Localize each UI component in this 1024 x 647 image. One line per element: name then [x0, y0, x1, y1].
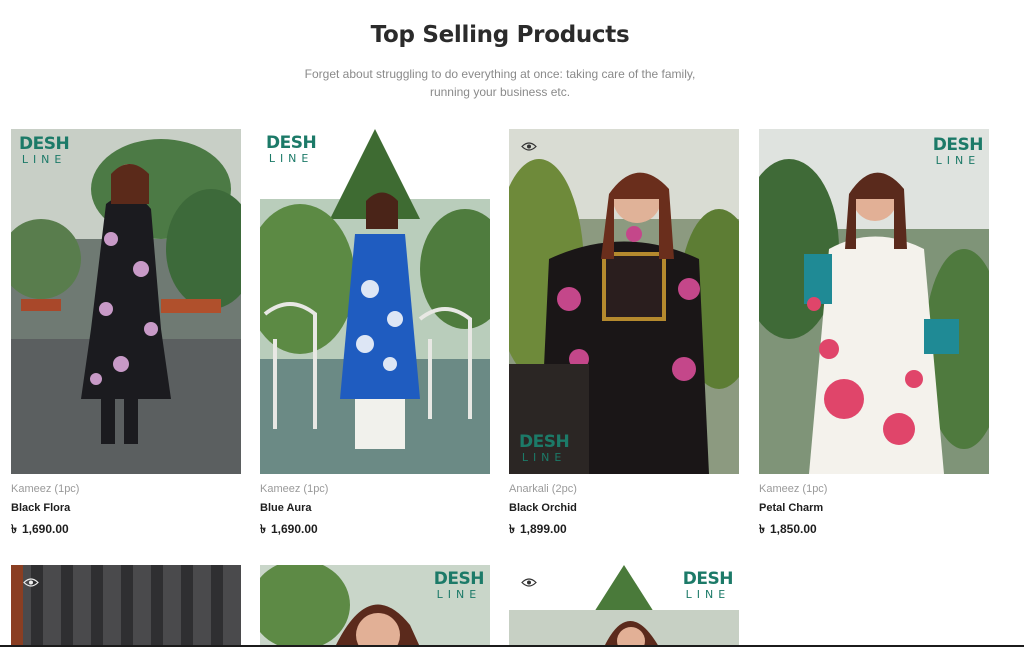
product-category: Kameez (1pc) [759, 483, 828, 495]
product-name[interactable]: Petal Charm [759, 502, 989, 514]
product-category: Anarkali (2pc) [509, 483, 577, 495]
product-card[interactable]: DESH LINE Anarkali (2pc) Black Orchid ৳ 1… [509, 129, 739, 541]
brand-logo: DESH LINE [932, 135, 984, 167]
product-price: ৳ 1,899.00 [509, 522, 567, 536]
eye-icon[interactable] [521, 141, 537, 152]
product-category: Kameez (1pc) [11, 483, 80, 495]
eye-icon[interactable] [23, 577, 39, 588]
brand-logo: DESH LINE [19, 134, 70, 166]
product-photo [11, 565, 241, 647]
section-title: Top Selling Products [370, 22, 630, 48]
product-image[interactable]: DESH LINE [260, 565, 490, 647]
currency-symbol: ৳ [11, 522, 17, 536]
product-name[interactable]: Blue Aura [260, 502, 490, 514]
product-card[interactable]: DESH LINE Kameez (1pc) Blue Aura ৳ 1,690.… [260, 129, 490, 541]
product-image[interactable]: DESH LINE [509, 565, 739, 647]
brand-logo: DESH LINE [266, 133, 317, 165]
product-photo-blue-aura [260, 129, 490, 474]
product-image[interactable] [11, 565, 241, 647]
product-card[interactable] [11, 565, 241, 647]
product-price: ৳ 1,850.00 [759, 522, 817, 536]
product-photo-petal-charm [759, 129, 989, 474]
product-image[interactable]: DESH LINE [509, 129, 739, 474]
product-image[interactable]: DESH LINE [11, 129, 241, 474]
product-card[interactable]: DESH LINE [260, 565, 490, 647]
product-photo-black-flora [11, 129, 241, 474]
product-image[interactable]: DESH LINE [759, 129, 989, 474]
product-name[interactable]: Black Orchid [509, 502, 739, 514]
product-card[interactable]: DESH LINE [509, 565, 739, 647]
section-subtitle: Forget about struggling to do everything… [304, 67, 696, 99]
brand-logo: DESH LINE [682, 569, 734, 601]
product-card[interactable]: DESH LINE Kameez (1pc) Black Flora ৳ 1,69… [11, 129, 241, 541]
brand-logo: DESH LINE [433, 569, 485, 601]
product-category: Kameez (1pc) [260, 483, 329, 495]
product-card[interactable]: DESH LINE Kameez (1pc) Petal Charm ৳ 1,85… [759, 129, 989, 541]
product-price: ৳ 1,690.00 [260, 522, 318, 536]
currency-symbol: ৳ [509, 522, 515, 536]
product-price: ৳ 1,690.00 [11, 522, 69, 536]
product-photo-black-orchid [509, 129, 739, 474]
currency-symbol: ৳ [759, 522, 765, 536]
currency-symbol: ৳ [260, 522, 266, 536]
product-name[interactable]: Black Flora [11, 502, 241, 514]
eye-icon[interactable] [521, 577, 537, 588]
brand-logo: DESH LINE [519, 432, 570, 464]
product-image[interactable]: DESH LINE [260, 129, 490, 474]
